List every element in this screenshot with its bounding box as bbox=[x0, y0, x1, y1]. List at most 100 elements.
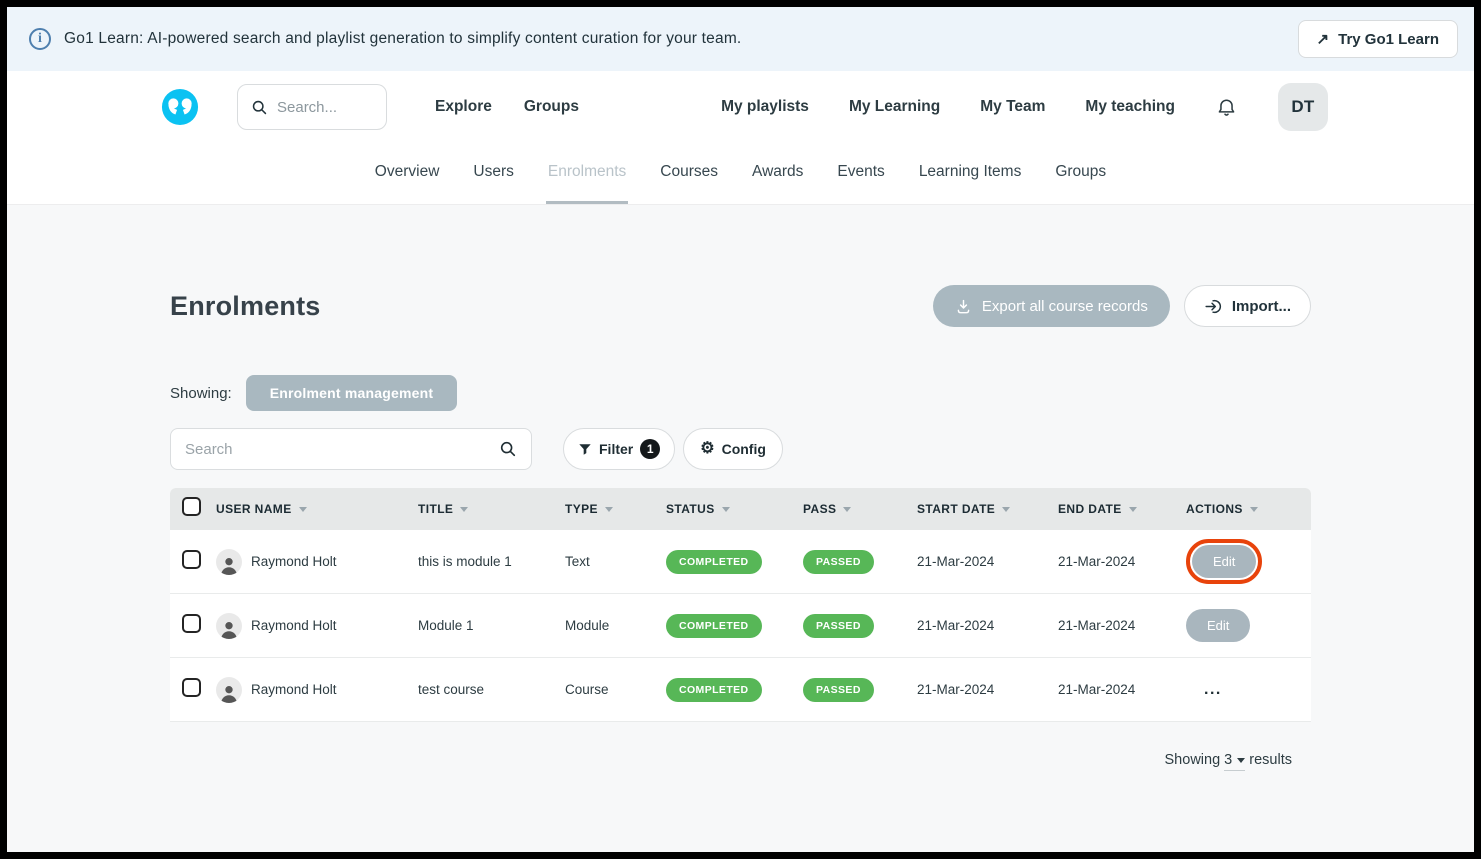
user-name: Raymond Holt bbox=[251, 554, 337, 569]
end-date: 21-Mar-2024 bbox=[1058, 554, 1186, 569]
content-area: Enrolments Export all course records bbox=[7, 205, 1474, 852]
gear-icon: ⚙ bbox=[700, 441, 714, 457]
nav-my-team[interactable]: My Team bbox=[980, 98, 1045, 116]
tab-learning-items[interactable]: Learning Items bbox=[917, 143, 1024, 204]
export-all-course-records-button[interactable]: Export all course records bbox=[933, 285, 1170, 327]
tab-groups[interactable]: Groups bbox=[1053, 143, 1108, 204]
row-actions-menu-button[interactable]: ... bbox=[1204, 687, 1222, 693]
table-search bbox=[170, 428, 532, 470]
user-avatar[interactable]: DT bbox=[1278, 83, 1328, 131]
column-header-start-date[interactable]: START DATE bbox=[917, 502, 1058, 516]
notifications-button[interactable] bbox=[1215, 96, 1238, 119]
sort-caret-icon bbox=[1250, 507, 1258, 512]
column-header-status[interactable]: STATUS bbox=[666, 502, 803, 516]
tab-awards[interactable]: Awards bbox=[750, 143, 805, 204]
enrolments-table: USER NAME TITLE TYPE STATUS PASS START D… bbox=[170, 488, 1311, 722]
column-header-end-date[interactable]: END DATE bbox=[1058, 502, 1186, 516]
view-selector-row: Showing: Enrolment management bbox=[170, 375, 1311, 411]
header-left-nav: Explore Groups bbox=[435, 98, 579, 116]
enrolment-type: Module bbox=[565, 618, 666, 633]
start-date: 21-Mar-2024 bbox=[917, 618, 1058, 633]
sort-caret-icon bbox=[843, 507, 851, 512]
page-title: Enrolments bbox=[170, 291, 321, 322]
tab-overview[interactable]: Overview bbox=[373, 143, 442, 204]
table-search-input[interactable] bbox=[185, 441, 499, 458]
row-checkbox[interactable] bbox=[182, 550, 201, 569]
tab-users[interactable]: Users bbox=[471, 143, 515, 204]
row-checkbox[interactable] bbox=[182, 678, 201, 697]
select-all-checkbox[interactable] bbox=[182, 497, 201, 516]
filter-count-badge: 1 bbox=[640, 439, 660, 459]
config-label: Config bbox=[722, 441, 766, 457]
global-search-input[interactable] bbox=[277, 99, 373, 116]
portal-tab-nav: Overview Users Enrolments Courses Awards… bbox=[7, 143, 1474, 205]
user-avatar-icon bbox=[216, 613, 242, 639]
enrolment-title: test course bbox=[418, 682, 565, 697]
chevron-down-icon bbox=[1237, 758, 1245, 763]
sort-caret-icon bbox=[605, 507, 613, 512]
promo-banner-content: i Go1 Learn: AI-powered search and playl… bbox=[29, 28, 741, 50]
pass-badge: PASSED bbox=[803, 614, 874, 638]
showing-label: Showing: bbox=[170, 385, 232, 402]
nav-groups[interactable]: Groups bbox=[524, 98, 579, 116]
enrolment-management-chip[interactable]: Enrolment management bbox=[246, 375, 457, 411]
nav-my-playlists[interactable]: My playlists bbox=[721, 98, 809, 116]
header-right-nav: My playlists My Learning My Team My teac… bbox=[721, 83, 1328, 131]
bell-icon bbox=[1215, 96, 1238, 119]
nav-my-learning[interactable]: My Learning bbox=[849, 98, 940, 116]
enrolment-type: Text bbox=[565, 554, 666, 569]
tab-events[interactable]: Events bbox=[835, 143, 886, 204]
info-icon: i bbox=[29, 28, 51, 50]
row-checkbox[interactable] bbox=[182, 614, 201, 633]
page-header: Enrolments Export all course records bbox=[170, 285, 1311, 327]
avatar-initials: DT bbox=[1291, 97, 1314, 117]
start-date: 21-Mar-2024 bbox=[917, 554, 1058, 569]
enrolment-type: Course bbox=[565, 682, 666, 697]
screenshot-frame: i Go1 Learn: AI-powered search and playl… bbox=[0, 0, 1481, 859]
tab-enrolments[interactable]: Enrolments bbox=[546, 143, 628, 204]
start-date: 21-Mar-2024 bbox=[917, 682, 1058, 697]
column-header-type[interactable]: TYPE bbox=[565, 502, 666, 516]
user-avatar-icon bbox=[216, 677, 242, 703]
table-row: Raymond Holt this is module 1 Text COMPL… bbox=[170, 530, 1311, 594]
column-header-pass[interactable]: PASS bbox=[803, 502, 917, 516]
app-page: i Go1 Learn: AI-powered search and playl… bbox=[7, 7, 1474, 852]
edit-button[interactable]: Edit bbox=[1192, 545, 1256, 578]
column-header-actions[interactable]: ACTIONS bbox=[1186, 502, 1311, 516]
nav-my-teaching[interactable]: My teaching bbox=[1085, 98, 1175, 116]
showing-prefix: Showing bbox=[1165, 752, 1221, 768]
go1-logo[interactable] bbox=[161, 88, 199, 126]
try-go1-learn-label: Try Go1 Learn bbox=[1338, 31, 1439, 48]
nav-explore[interactable]: Explore bbox=[435, 98, 492, 116]
search-icon[interactable] bbox=[499, 440, 517, 458]
promo-message: Go1 Learn: AI-powered search and playlis… bbox=[64, 30, 741, 48]
config-button[interactable]: ⚙ Config bbox=[683, 428, 783, 470]
results-footer: Showing 3 results bbox=[170, 752, 1311, 771]
promo-banner: i Go1 Learn: AI-powered search and playl… bbox=[7, 7, 1474, 71]
sort-caret-icon bbox=[1129, 507, 1137, 512]
column-header-user-name[interactable]: USER NAME bbox=[216, 502, 418, 516]
user-avatar-icon bbox=[216, 549, 242, 575]
end-date: 21-Mar-2024 bbox=[1058, 618, 1186, 633]
table-toolbar: Filter 1 ⚙ Config bbox=[170, 428, 1311, 470]
filter-label: Filter bbox=[599, 441, 633, 457]
sort-caret-icon bbox=[460, 507, 468, 512]
tab-courses[interactable]: Courses bbox=[658, 143, 720, 204]
column-header-title[interactable]: TITLE bbox=[418, 502, 565, 516]
table-row: Raymond Holt test course Course COMPLETE… bbox=[170, 658, 1311, 722]
click-highlight-ring: Edit bbox=[1186, 539, 1262, 584]
table-header-row: USER NAME TITLE TYPE STATUS PASS START D… bbox=[170, 488, 1311, 530]
results-count-dropdown[interactable]: 3 bbox=[1224, 752, 1245, 771]
status-badge: COMPLETED bbox=[666, 614, 762, 638]
edit-button[interactable]: Edit bbox=[1186, 609, 1250, 642]
search-icon bbox=[251, 99, 268, 116]
sort-caret-icon bbox=[299, 507, 307, 512]
download-icon bbox=[955, 298, 972, 315]
pass-badge: PASSED bbox=[803, 678, 874, 702]
export-label: Export all course records bbox=[982, 298, 1148, 315]
results-count: 3 bbox=[1224, 752, 1232, 768]
filter-button[interactable]: Filter 1 bbox=[563, 428, 675, 470]
import-button[interactable]: Import... bbox=[1184, 285, 1311, 327]
global-search bbox=[237, 84, 387, 130]
try-go1-learn-button[interactable]: ↗ Try Go1 Learn bbox=[1298, 20, 1458, 58]
